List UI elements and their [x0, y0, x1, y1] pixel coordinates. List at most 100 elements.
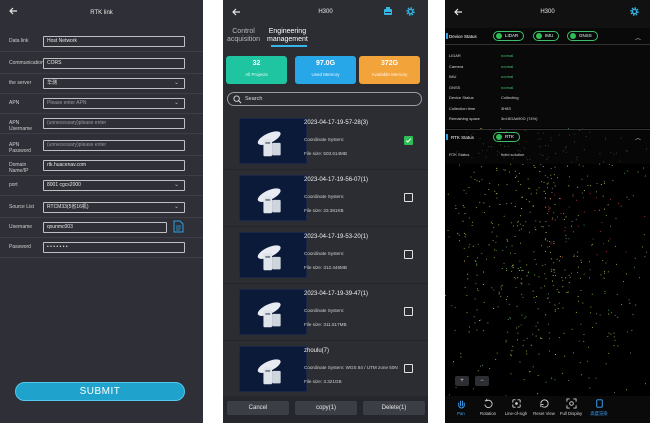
active-tab-underline: [271, 45, 307, 47]
item-checkbox[interactable]: [404, 364, 413, 373]
item-checkbox[interactable]: [404, 307, 413, 316]
tab-engineering-management[interactable]: Engineering management: [267, 28, 308, 44]
stat-card[interactable]: 372G Available Memory: [359, 56, 420, 84]
gear-icon[interactable]: [629, 6, 640, 17]
search-input[interactable]: Search: [227, 92, 422, 106]
cloud-point: [546, 246, 548, 248]
line-of-sight-button[interactable]: Line-of-sigh: [503, 398, 529, 416]
cloud-point: [476, 309, 478, 311]
submit-button[interactable]: SUBMIT: [15, 382, 185, 401]
cloud-point: [595, 322, 597, 324]
delete-button[interactable]: Delete(1): [363, 401, 425, 415]
text-field[interactable]: RTCM33(5省16机) ⌄: [43, 202, 185, 213]
height-render-button[interactable]: 高度渲染: [586, 398, 612, 417]
cloud-point: [643, 167, 644, 169]
list-item[interactable]: 2023-04-17-19-57-28(3) Coordinate System:…: [223, 114, 428, 170]
reset-view-button[interactable]: Reset View: [531, 398, 557, 416]
pan-button[interactable]: Pan: [448, 398, 474, 416]
text-field[interactable]: • • • • • • •: [43, 242, 185, 253]
cloud-point: [580, 277, 581, 279]
cloud-point: [516, 327, 517, 329]
text-field[interactable]: Host Network: [43, 36, 185, 47]
cloud-point: [553, 271, 555, 273]
text-field[interactable]: qxunmc003: [43, 222, 167, 233]
chevron-down-icon[interactable]: ⌄: [174, 182, 180, 189]
chevron-down-icon[interactable]: ⌄: [174, 80, 180, 87]
project-name: 2023-04-17-19-39-47(1): [304, 291, 369, 297]
stat-value: 372G: [380, 60, 399, 67]
list-item[interactable]: zhoulu(7) Coordinate System: WGS 84 / UTM…: [223, 342, 428, 398]
copy-button[interactable]: copy(1): [295, 401, 357, 415]
status-key: Collection time: [449, 105, 476, 111]
full-display-button[interactable]: Full Display: [558, 398, 584, 416]
status-key: Remaining space: [449, 116, 480, 121]
cloud-point: [498, 291, 500, 293]
text-field[interactable]: Please enter APN ⌄: [43, 98, 185, 109]
chevron-up-icon[interactable]: ︿: [635, 33, 641, 42]
status-row: RTK Status fixed solution: [449, 152, 524, 157]
point-cloud-view[interactable]: [445, 128, 650, 396]
cloud-point: [512, 345, 514, 347]
cloud-point: [639, 277, 640, 279]
cancel-button[interactable]: Cancel: [227, 401, 289, 415]
cloud-point: [596, 254, 598, 256]
cloud-point: [462, 220, 464, 222]
stat-card[interactable]: 32 All Projects: [226, 56, 287, 84]
cloud-point: [610, 225, 611, 227]
cloud-point: [528, 187, 529, 189]
text-field[interactable]: CORS: [43, 58, 185, 69]
text-field[interactable]: 华测 ⌄: [43, 78, 185, 89]
cloud-point: [604, 293, 606, 294]
cloud-point: [464, 236, 466, 238]
text-field[interactable]: (unnecessary)please enter: [43, 118, 185, 129]
item-checkbox[interactable]: [404, 250, 413, 259]
rotation-button[interactable]: Rotation: [475, 398, 501, 416]
cloud-point: [455, 208, 457, 209]
cloud-point: [545, 221, 547, 222]
list-item[interactable]: 2023-04-17-19-53-20(1) Coordinate System:…: [223, 228, 428, 284]
tab-control-acquisition[interactable]: Control acquisition: [227, 28, 260, 44]
status-row: IMU normal: [449, 74, 513, 79]
cloud-point: [588, 261, 590, 263]
cloud-point: [583, 211, 585, 213]
cloud-point: [522, 345, 524, 347]
zoom-out-button[interactable]: −: [475, 376, 489, 386]
cloud-point: [571, 225, 572, 227]
item-checkbox[interactable]: [404, 193, 413, 202]
cloud-point: [558, 302, 560, 304]
cloud-point: [536, 189, 538, 191]
imu-pill: IMU: [533, 31, 560, 41]
cloud-point: [534, 258, 536, 260]
cloud-point: [455, 387, 457, 389]
pan-icon: [457, 400, 465, 409]
cloud-point: [481, 166, 482, 168]
cloud-point: [637, 171, 639, 173]
list-item[interactable]: 2023-04-17-19-56-07(1) Coordinate System:…: [223, 171, 428, 227]
stat-card[interactable]: 97.0G Used Memory: [295, 56, 356, 84]
chevron-up-icon[interactable]: ︿: [635, 133, 641, 142]
cloud-point: [541, 225, 543, 227]
document-icon[interactable]: [173, 220, 184, 233]
cloud-point: [480, 365, 481, 367]
device-icon[interactable]: [383, 6, 393, 17]
chevron-down-icon[interactable]: ⌄: [174, 100, 180, 107]
cloud-point: [579, 362, 581, 364]
gear-icon[interactable]: [405, 6, 416, 17]
item-checkbox[interactable]: [404, 136, 413, 145]
text-field[interactable]: 8001 cgcs2000 ⌄: [43, 180, 185, 191]
cloud-point: [479, 201, 481, 203]
cloud-point: [514, 253, 516, 254]
zoom-in-button[interactable]: +: [455, 376, 469, 386]
cloud-point: [477, 290, 479, 291]
cloud-point: [563, 213, 565, 214]
cloud-point: [644, 216, 646, 217]
chevron-down-icon[interactable]: ⌄: [174, 204, 180, 211]
cloud-point: [616, 263, 617, 265]
text-field[interactable]: (unnecessary)please enter: [43, 140, 185, 151]
cloud-point: [474, 179, 476, 180]
text-field[interactable]: rtk.huacenav.com: [43, 160, 185, 171]
cloud-point: [507, 295, 508, 297]
list-item[interactable]: 2023-04-17-19-39-47(1) Coordinate System:…: [223, 285, 428, 341]
cloud-point: [468, 217, 470, 219]
cloud-point: [473, 388, 474, 390]
